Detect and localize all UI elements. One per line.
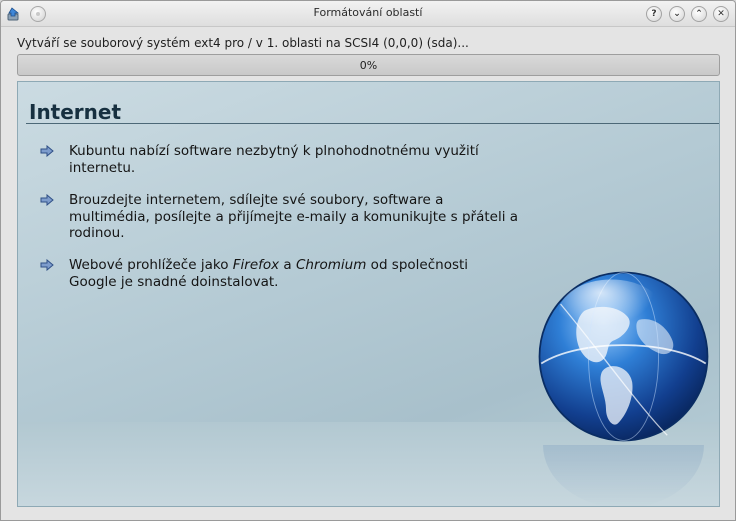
arrow-right-icon [40, 145, 54, 157]
progress-bar: 0% [17, 54, 720, 76]
minimize-button[interactable]: ⌄ [669, 6, 685, 22]
window-title: Formátování oblastí [313, 6, 423, 19]
globe-reflection [543, 445, 704, 506]
slide-title: Internet [29, 100, 122, 124]
browser-name-chromium: Chromium [295, 257, 367, 273]
bullet-text-part: a [279, 257, 296, 273]
title-bar[interactable]: Formátování oblastí ? ⌄ ⌃ ✕ [1, 1, 735, 27]
maximize-button[interactable]: ⌃ [691, 6, 707, 22]
arrow-right-icon [40, 194, 54, 206]
bullet-text-part: Webové prohlížeče jako [69, 257, 233, 273]
status-text: Vytváří se souborový systém ext4 pro / v… [17, 36, 469, 50]
close-button[interactable]: ✕ [713, 6, 729, 22]
progress-label: 0% [359, 59, 378, 72]
globe-icon [538, 271, 709, 442]
browser-name-firefox: Firefox [232, 257, 280, 273]
title-divider [26, 123, 719, 124]
bullet-text: Kubuntu nabízí software nezbytný k plnoh… [69, 143, 479, 176]
help-button[interactable]: ? [646, 6, 662, 22]
bullet-text: Webové prohlížeče jako Firefox a Chromiu… [69, 257, 519, 290]
bullet-text: Brouzdejte internetem, sdílejte své soub… [69, 192, 519, 241]
slideshow-panel: Internet Kubuntu nabízí software nezbytn… [17, 81, 720, 507]
format-partitions-window: Formátování oblastí ? ⌄ ⌃ ✕ Vytváří se s… [0, 0, 736, 521]
arrow-right-icon [40, 259, 54, 271]
